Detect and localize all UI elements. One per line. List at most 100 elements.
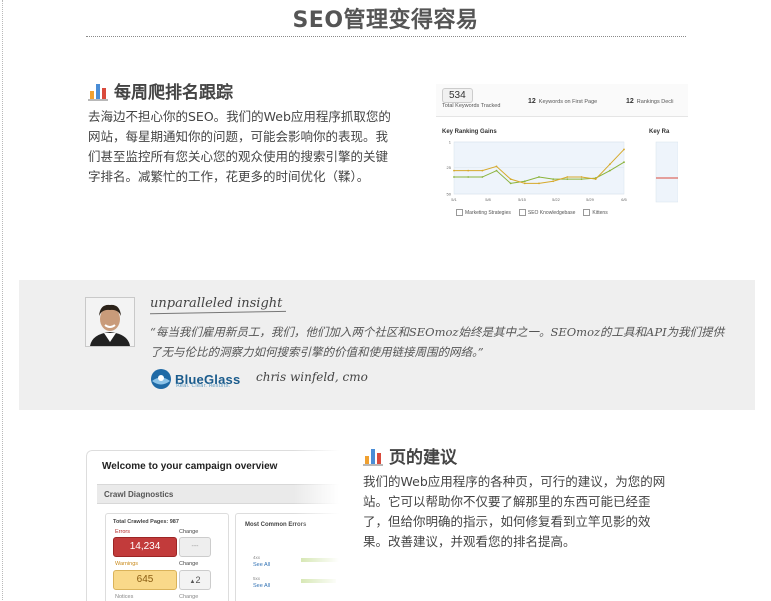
blueglass-logo-icon xyxy=(151,369,171,389)
errors-label: Errors xyxy=(115,529,130,535)
insight-title: unparalleled insight xyxy=(150,296,283,311)
error-type: 5xx xyxy=(253,576,261,581)
series-point xyxy=(523,182,526,185)
series-point xyxy=(623,161,625,164)
text-line: 果。改善建议，并观看您的排名提高。 xyxy=(363,534,576,549)
series-point xyxy=(481,169,484,172)
warnings-change: ▲2 xyxy=(179,570,211,590)
series-point xyxy=(453,176,455,178)
y-tick-label: 25 xyxy=(447,165,452,170)
series-point xyxy=(594,178,597,181)
common-errors-title: Most Common Errors xyxy=(245,522,307,528)
rankings-dashboard-screenshot: 534 Total Keywords Tracked 12 Keywords on… xyxy=(436,84,688,244)
heading-divider xyxy=(86,36,686,37)
chart-title-2: Key Ra xyxy=(649,129,670,135)
testimonial-quote: “每当我们雇用新员工，我们，他们加入两个社区和SEOmoz始终是其中之一。SEO… xyxy=(150,325,725,359)
text-line: 网站，每星期通知你的问题，可能会影响你的表现。我 xyxy=(88,129,389,144)
stat-label: Keywords on First Page xyxy=(538,99,598,105)
text-line: 字排名。减繁忙的工作，花更多的时间优化（鞣）。 xyxy=(88,169,370,184)
series-point xyxy=(467,169,470,172)
notices-label: Notices xyxy=(115,594,134,600)
text-line: 们甚至监控所有您关心您的观众使用的搜索引擎的关键 xyxy=(88,149,389,164)
campaign-title: Welcome to your campaign overview xyxy=(102,461,278,472)
series-point xyxy=(467,176,470,178)
series-point xyxy=(538,182,540,185)
feature-title-text: 页的建议 xyxy=(389,448,457,468)
x-tick-label: 5/1 xyxy=(451,197,457,202)
feature-page-suggestions-title: 页的建议 xyxy=(363,443,457,468)
x-tick-label: 5/8 xyxy=(485,197,491,202)
series-point xyxy=(608,169,611,172)
series-point xyxy=(495,165,498,168)
stat-value: 12 xyxy=(528,98,536,105)
series-point xyxy=(566,178,569,181)
text-line: 了，但给你明确的指示，如何修复看到立竿见影的效 xyxy=(363,514,651,529)
warnings-label: Warnings xyxy=(115,561,139,567)
stat-total-keywords: 534 Total Keywords Tracked xyxy=(442,88,500,109)
page-heading: SEO管理变得容易 xyxy=(292,8,479,33)
text-line: 去海边不担心你的SEO。我们的Web应用程序抓取您的 xyxy=(88,109,391,124)
error-bar xyxy=(301,558,339,562)
series-point xyxy=(580,176,583,178)
feature-weekly-ranking-text: 去海边不担心你的SEO。我们的Web应用程序抓取您的 网站，每星期通知你的问题，… xyxy=(88,107,418,187)
chart-legend: Marketing Strategies SEO Knowledgebase K… xyxy=(456,209,608,216)
x-tick-label: 5/22 xyxy=(552,197,561,202)
x-tick-label: 5/15 xyxy=(518,197,527,202)
plot-area xyxy=(453,141,625,195)
x-tick-label: 5/29 xyxy=(586,197,595,202)
ranking-line-chart: 1 25 505/1 5/8 5/15 5/22 5/29 6/5 xyxy=(447,140,628,203)
text-line: 站。它可以帮助你不仅要了解那里的东西可能已经歪 xyxy=(363,494,651,509)
stats-strip: 534 Total Keywords Tracked 12 Keywords on… xyxy=(436,84,688,117)
common-errors-box: Most Common Errors 4xx See All 5xx See A… xyxy=(235,513,339,601)
stat-value: 12 xyxy=(626,98,634,105)
series-point xyxy=(495,169,498,172)
legend-item[interactable]: SEO Knowledgebase xyxy=(519,209,576,216)
crawl-summary-box: Total Crawled Pages: 987 Errors Change 1… xyxy=(105,513,229,601)
avatar xyxy=(85,297,135,347)
series-point xyxy=(453,169,455,172)
warnings-count[interactable]: 645 xyxy=(113,570,177,590)
legend-item[interactable]: Marketing Strategies xyxy=(456,209,511,216)
series-point xyxy=(608,163,611,166)
y-tick-label: 1 xyxy=(449,140,452,145)
chart-title: Key Ranking Gains xyxy=(442,129,497,135)
series-point xyxy=(523,180,526,183)
error-type: 4xx xyxy=(253,555,261,560)
left-dotted-border xyxy=(2,0,3,600)
error-bar xyxy=(301,579,336,583)
series-point xyxy=(552,178,555,181)
series-point xyxy=(509,182,512,185)
x-tick-label: 6/5 xyxy=(621,197,627,202)
change-label: Change xyxy=(179,561,199,567)
stat-rankings-declined: 12 Rankings Decli xyxy=(626,98,673,105)
legend-item[interactable]: Kittens xyxy=(583,209,607,216)
bar-chart-icon xyxy=(363,446,383,466)
warnings-change-value: 2 xyxy=(195,575,201,585)
series-point xyxy=(566,176,569,178)
y-tick-label: 50 xyxy=(447,192,452,197)
crawl-diagnostics-header: Crawl Diagnostics xyxy=(97,484,339,504)
errors-count[interactable]: 14,234 xyxy=(113,537,177,557)
stat-label: Rankings Decli xyxy=(636,99,674,105)
series-point xyxy=(481,176,484,178)
campaign-overview-screenshot: Welcome to your campaign overview Crawl … xyxy=(86,450,339,601)
person-photo-icon xyxy=(86,298,134,346)
logo-tagline: Real. Clear. Results. xyxy=(176,383,231,389)
blueglass-logo: BlueGlass Real. Clear. Results. xyxy=(150,368,240,390)
change-label: Change xyxy=(179,529,199,535)
see-all-link[interactable]: See All xyxy=(253,562,270,568)
series-point xyxy=(509,178,512,181)
see-all-link[interactable]: See All xyxy=(253,583,270,589)
series-point xyxy=(623,148,625,151)
ranking-chart-2 xyxy=(655,141,678,203)
series-point xyxy=(580,178,583,181)
text-line: 我们的Web应用程序的各种页，可行的建议，为您的网 xyxy=(363,474,666,489)
change-label: Change xyxy=(179,594,199,600)
feature-page-suggestions-text: 我们的Web应用程序的各种页，可行的建议，为您的网 站。它可以帮助你不仅要了解那… xyxy=(363,472,693,552)
testimonial-signature: chris winfeld, cmo xyxy=(256,370,368,384)
errors-change: --- xyxy=(179,537,211,557)
bar-chart-icon xyxy=(88,81,108,101)
stat-first-page: 12 Keywords on First Page xyxy=(528,98,597,105)
stat-label: Total Keywords Tracked xyxy=(442,103,501,109)
stat-value: 534 xyxy=(442,88,473,103)
